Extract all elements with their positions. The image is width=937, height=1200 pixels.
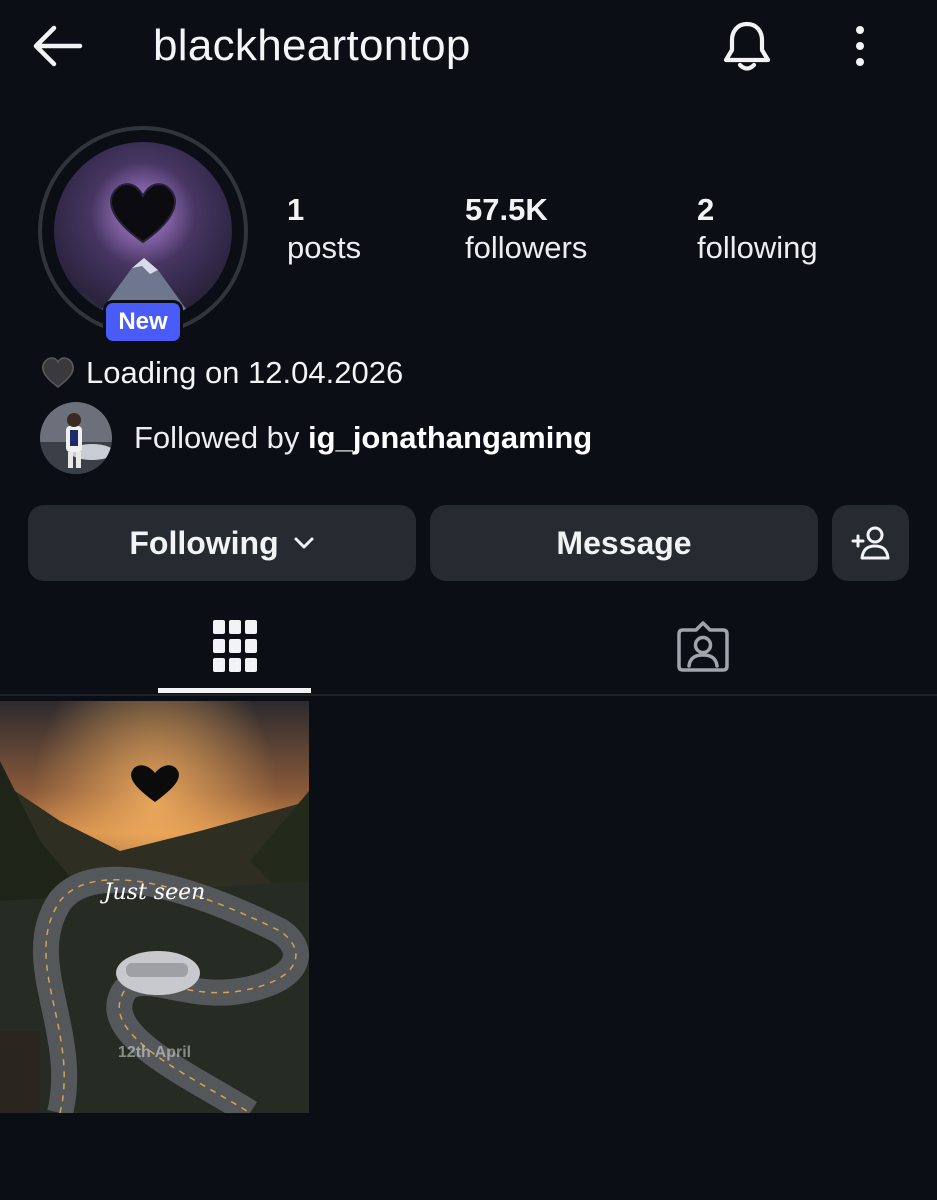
following-button-label: Following [129,524,279,561]
post-caption: Just seen [103,880,206,905]
following-button[interactable]: Following [28,505,416,581]
profile-username-title: blackheartontop [153,21,471,70]
followed-by-row[interactable]: Followed by ig_jonathangaming [40,402,592,474]
add-person-icon [851,526,889,560]
followers-count: 57.5K [465,192,548,227]
chevron-down-icon [294,537,314,549]
black-heart-icon [42,357,74,388]
post-date: 12th April [117,1044,192,1061]
mutual-follower-avatar[interactable] [40,402,112,474]
add-person-button[interactable] [832,505,909,581]
active-tab-indicator [158,688,311,693]
tab-tagged[interactable] [626,600,779,692]
bio: Loading on 12.04.2026 [40,352,403,394]
posts-count: 1 [287,192,305,227]
followers-label: followers [465,230,588,265]
followed-by-text: Followed by ig_jonathangaming [134,420,592,456]
posts-label: posts [287,230,362,265]
followed-by-username[interactable]: ig_jonathangaming [308,420,592,455]
followers-stat[interactable]: 57.5K followers [465,192,587,268]
more-vertical-icon[interactable] [845,22,875,70]
following-count: 2 [697,192,715,227]
new-badge: New [103,300,183,344]
grid-icon [212,620,257,672]
tab-posts-grid[interactable] [158,600,311,692]
following-label: following [697,230,818,265]
bell-icon[interactable] [720,18,774,74]
followed-by-prefix: Followed by [134,420,309,455]
following-stat[interactable]: 2 following [697,192,818,268]
message-button-label: Message [556,524,692,561]
profile-avatar[interactable] [54,142,232,320]
back-arrow-icon[interactable] [28,22,84,70]
message-button[interactable]: Message [430,505,818,581]
tab-divider [0,694,937,696]
tagged-icon [676,621,729,672]
posts-stat[interactable]: 1 posts [287,192,361,268]
bio-text: Loading on 12.04.2026 [86,355,404,390]
